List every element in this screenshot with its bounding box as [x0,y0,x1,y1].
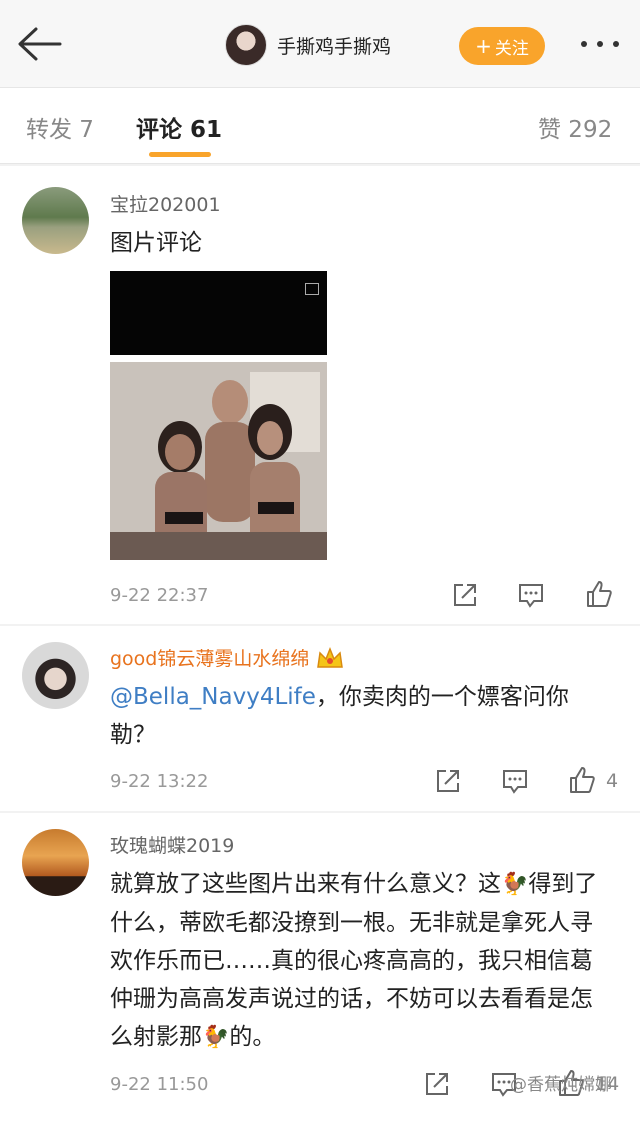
chicken-emoji-icon: 🐓 [202,1025,230,1050]
follow-button[interactable]: + 关注 [459,27,545,65]
comment-username[interactable]: 宝拉202001 [110,190,221,217]
share-icon[interactable] [450,580,480,610]
follow-label: 关注 [494,38,529,59]
comment-username[interactable]: good锦云薄雾山水绵绵 [110,644,309,671]
like-icon[interactable] [584,579,614,609]
more-dots-icon[interactable] [578,36,622,52]
mention-link[interactable]: @Bella_Navy4Life [110,684,316,710]
image-grid-icon [305,283,319,295]
share-icon[interactable] [422,1069,452,1099]
share-icon[interactable] [433,766,463,796]
tab-bar: 转发 7 评论 61 赞 292 [0,88,640,164]
avatar[interactable] [22,829,89,896]
comment-text: 就算放了这些图片出来有什么意义？这🐓得到了什么，蒂欧毛都没撩到一根。无非就是拿死… [110,865,610,1057]
tab-comments[interactable]: 评论 61 [136,110,222,144]
comment-item: good锦云薄雾山水绵绵 @Bella_Navy4Life，你卖肉的一个嫖客问你… [0,626,640,811]
comment-time: 9-22 22:37 [110,585,209,606]
tab-likes[interactable]: 赞 292 [538,110,612,144]
header-avatar[interactable] [225,24,267,66]
top-bar: 手撕鸡手撕鸡 + 关注 [0,0,640,88]
comment-time: 9-22 13:22 [110,771,209,792]
photo-people-illustration [110,362,327,560]
header-user[interactable]: 手撕鸡手撕鸡 [225,24,391,66]
comment-icon[interactable] [516,580,546,610]
avatar[interactable] [22,187,89,254]
like-icon[interactable] [567,765,597,795]
comment-text-part: 得到了什么，蒂欧毛都没撩到一根。无非就是拿死人寻欢作乐而已……真的很心疼高高的，… [110,871,598,1050]
comment-username-row: good锦云薄雾山水绵绵 [110,644,345,671]
comment-text: 图片评论 [110,230,202,256]
crown-badge-icon [317,646,344,668]
comment-image-thumbnail[interactable] [110,271,327,355]
like-count: 4 [606,770,619,792]
comment-time: 9-22 11:50 [110,1074,209,1095]
avatar[interactable] [22,642,89,709]
comment-text-part: 的。 [229,1024,276,1050]
comment-icon[interactable] [500,766,530,796]
active-tab-indicator [149,152,211,157]
watermark: @香蕉炖嫦娜 [510,1075,612,1095]
header-username[interactable]: 手撕鸡手撕鸡 [277,32,391,59]
back-arrow-icon[interactable] [14,24,66,64]
comment-photo[interactable] [110,362,327,560]
comment-username[interactable]: 玫瑰蝴蝶2019 [110,831,234,858]
comment-text: @Bella_Navy4Life，你卖肉的一个嫖客问你勒？ [110,678,610,754]
comment-text-part: 就算放了这些图片出来有什么意义？这 [110,871,501,897]
chicken-emoji-icon: 🐓 [501,872,529,897]
plus-icon: + [475,34,492,58]
tab-repost[interactable]: 转发 7 [26,110,94,144]
